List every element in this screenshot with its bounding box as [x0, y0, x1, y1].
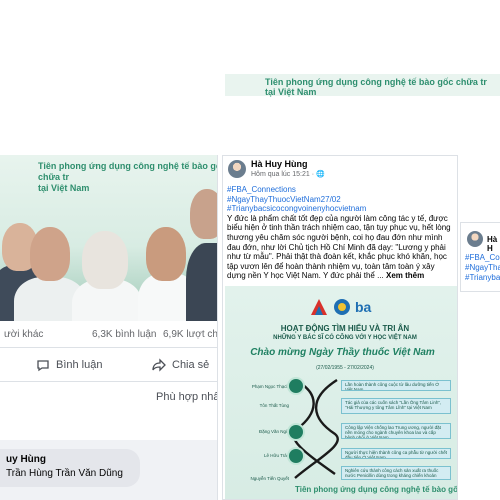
- middle-facebook-post: Hà Huy Hùng Hôm qua lúc 15:21 · 🌐 #FBA_C…: [222, 155, 458, 500]
- banner-caption: Tiên phong ứng dụng công nghệ tế bào gốc…: [38, 161, 218, 193]
- comments-count[interactable]: 6,3K bình luận: [92, 329, 157, 340]
- doctor-name: Nguyễn Tiến Quyết: [250, 476, 289, 481]
- share-button[interactable]: Chia sẻ: [152, 358, 209, 372]
- avatar[interactable]: [228, 160, 246, 178]
- comment-icon: [37, 360, 49, 372]
- achievement-box: Nghiên cứu thành công cách sản xuất ra t…: [341, 466, 451, 480]
- post-time[interactable]: Hôm qua lúc 15:21 · 🌐: [251, 170, 325, 178]
- see-more-link[interactable]: Xem thêm: [386, 271, 424, 280]
- top-blank-area: Tiên phong ứng dụng công nghệ tế bào gốc…: [0, 0, 500, 155]
- hashtag[interactable]: #NgayThayThuocVietNam27/02: [227, 195, 455, 205]
- left-facebook-post: Tiên phong ứng dụng công nghệ tế bào gốc…: [0, 155, 218, 500]
- poster-subheading: NHỮNG Y BÁC SĨ CÓ CÔNG VỚI Y HỌC VIỆT NA…: [273, 335, 417, 341]
- author-name[interactable]: Hà H: [487, 235, 500, 253]
- author-name[interactable]: Hà Huy Hùng: [251, 159, 308, 169]
- marker-dot: [289, 449, 303, 463]
- poster-footer-text: Tiên phong ứng dụng công nghệ tế bào gốc…: [295, 485, 457, 494]
- post-actions: Bình luận Chia sẻ: [0, 351, 217, 379]
- comment-sort-dropdown[interactable]: Phù hợp nhấ: [156, 391, 217, 403]
- doctor-face-3: [82, 231, 128, 289]
- doctor-portrait-5: [186, 243, 217, 321]
- top-post-banner: Tiên phong ứng dụng công nghệ tế bào gốc…: [225, 74, 500, 97]
- share-icon: [152, 358, 166, 372]
- hashtag[interactable]: #FBA_Conn: [465, 253, 500, 263]
- top-banner-title: Tiên phong ứng dụng công nghệ tế bào gốc…: [265, 77, 487, 87]
- poster-heading: HOẠT ĐỘNG TÌM HIỂU VÀ TRI ÂN: [280, 324, 410, 333]
- poster-script-title: Chào mừng Ngày Thầy thuốc Việt Nam: [250, 347, 435, 358]
- divider: [0, 381, 217, 382]
- doctor-name: Lê Hữu Trác: [263, 453, 289, 458]
- hashtag[interactable]: #FBA_Connections: [227, 185, 455, 195]
- achievement-box: Lần hoàn thành công cuộc từ lâu dưỡng ti…: [341, 380, 451, 391]
- divider: [0, 347, 217, 348]
- share-button-label: Chia sẻ: [172, 359, 210, 371]
- achievement-box: Công lập Viện chống lao Trung ương, ngườ…: [341, 423, 451, 439]
- doctor-face-5: [190, 189, 217, 239]
- doctor-name: Tôn Thất Tùng: [259, 403, 289, 408]
- doctor-face-4: [146, 227, 186, 281]
- ba-logo-text: ba: [355, 299, 372, 315]
- post-header: Hà Huy Hùng Hôm qua lúc 15:21 · 🌐: [223, 156, 457, 182]
- achievement-box: Người thực hiện thành công ca phẫu từ ng…: [341, 448, 451, 459]
- post-stats: ười khác 6,3K bình luận 6,9K lượt chi: [0, 321, 217, 345]
- comment-text: Trần Hùng Trần Văn Dũng: [6, 468, 123, 479]
- hashtag[interactable]: #Trianybacsicocongvoinenyhocvietnam: [227, 204, 455, 214]
- post-body: #FBA_Connections #NgayThayThuocVietNam27…: [227, 185, 455, 281]
- poster-logos: ba: [309, 297, 379, 317]
- doctors-banner-image: Tiên phong ứng dụng công nghệ tế bào gốc…: [0, 155, 218, 321]
- marker-dot: [289, 379, 303, 393]
- hashtag-list: #FBA_Conn #NgayThayT #Trianybacs: [465, 253, 500, 283]
- doctor-name: Đặng Văn Ngữ: [258, 429, 289, 434]
- marker-dot: [289, 425, 303, 439]
- comment-area: uy Hùng Trần Hùng Trần Văn Dũng: [0, 440, 217, 500]
- right-facebook-post: Hà H #FBA_Conn #NgayThayT #Trianybacs: [460, 222, 500, 292]
- comment-button[interactable]: Bình luận: [36, 358, 102, 372]
- achievement-box: Tác giả của các cuốn sách "Lần Ông Tâm L…: [341, 398, 451, 414]
- doctor-face-2: [30, 227, 70, 281]
- comment-bubble: uy Hùng Trần Hùng Trần Văn Dũng: [0, 449, 140, 487]
- screenshot-collage: Tiên phong ứng dụng công nghệ tế bào gốc…: [0, 0, 500, 500]
- avatar[interactable]: [467, 231, 483, 247]
- shares-count[interactable]: 6,9K lượt chi: [163, 329, 217, 340]
- event-poster-image: ba HOẠT ĐỘNG TÌM HIỂU VÀ TRI ÂN NHỮNG Y …: [225, 286, 457, 499]
- hashtag[interactable]: #NgayThayT: [465, 263, 500, 273]
- poster-dates: (27/02/1955 - 27/02/2024): [316, 365, 374, 371]
- hashtag[interactable]: #Trianybacs: [465, 273, 500, 283]
- reactions-count[interactable]: ười khác: [4, 329, 43, 340]
- doctor-name: Phạm Ngọc Thạch: [251, 384, 289, 389]
- commenter-name[interactable]: uy Hùng: [6, 454, 140, 465]
- comment-button-label: Bình luận: [56, 359, 103, 371]
- top-banner-subtitle: tại Việt Nam: [265, 87, 317, 97]
